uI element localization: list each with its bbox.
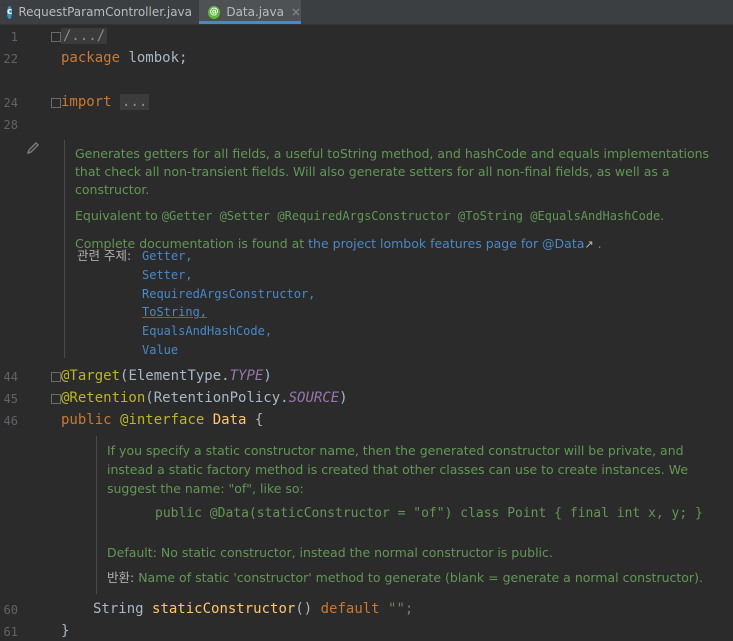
doc-text: . [593,236,602,251]
code-line-interface[interactable]: public @interface Data { [61,412,263,428]
class-icon: c [7,5,13,19]
see-requiredargs-link[interactable]: RequiredArgsConstructor, [142,285,315,304]
close-icon[interactable]: × [291,5,301,19]
collapsed-header[interactable]: /.../ [61,28,108,44]
type-name: String [93,601,153,617]
code-text: } [61,623,70,639]
line-number: 1 [10,30,18,44]
javadoc-data: Generates getters for all fields, a usef… [75,145,720,254]
code-line-header[interactable]: /.../ [61,28,108,44]
see-also-label: 관련 주제: [77,248,132,263]
keyword: public [61,412,112,428]
external-link-icon: ↗ [584,238,594,251]
see-tostring-link[interactable]: ToString, [142,303,315,322]
line-number: 28 [3,118,18,132]
return-label: 반환: [107,570,135,585]
line-number: 44 [3,370,18,384]
doc-border [96,436,97,594]
line-number: 60 [3,603,18,617]
see-equalshashcode-link[interactable]: EqualsAndHashCode, [142,322,315,341]
annotation: @Retention [61,390,146,406]
see-setter-link[interactable]: Setter, [142,266,315,285]
constant: SOURCE [288,390,340,406]
interface-name: Data [212,412,247,428]
code-line-retention[interactable]: @Retention(RetentionPolicy.SOURCE) [61,390,348,406]
tab-label: Data.java [226,5,284,19]
line-number: 61 [3,625,18,639]
pencil-icon[interactable] [26,140,40,155]
fold-marker-icon[interactable] [51,32,61,42]
constant: TYPE [229,368,264,384]
code-text: { [246,412,264,428]
tab-request-param-controller[interactable]: c RequestParamController.java × [0,0,209,24]
doc-example-code: public @Data(staticConstructor = "of") c… [155,506,703,521]
method-name: staticConstructor [152,601,296,617]
code-line-target[interactable]: @Target(ElementType.TYPE) [61,368,272,384]
code-text: () [295,601,321,617]
code-line-method[interactable]: String staticConstructor() default ""; [93,601,413,617]
javadoc-static-constructor: If you specify a static constructor name… [107,441,727,587]
doc-border [64,140,65,358]
doc-code: @Getter @Setter @RequiredArgsConstructor… [161,209,661,223]
package-name: lombok; [120,50,188,66]
doc-return: 반환: Name of static 'constructor' method … [107,568,727,587]
annotation-icon: @ [208,5,221,19]
code-text: ) [263,368,272,384]
keyword: @interface [120,412,205,428]
code-line-import[interactable]: import ... [61,94,150,110]
line-number: 45 [3,392,18,406]
keyword: package [61,50,121,66]
see-getter-link[interactable]: Getter, [142,247,315,266]
annotation: @Target [61,368,121,384]
code-text: (ElementType. [120,368,230,384]
code-text: ) [339,390,348,406]
doc-description: Generates getters for all fields, a usef… [75,146,710,197]
fold-marker-icon[interactable] [51,394,61,404]
code-line-close[interactable]: } [61,623,69,639]
doc-default: Default: No static constructor, instead … [107,545,553,560]
see-also-list: Getter, Setter, RequiredArgsConstructor,… [142,247,315,360]
fold-marker-icon[interactable] [51,98,61,108]
collapsed-imports[interactable]: ... [120,94,150,110]
code-line-package[interactable]: package lombok; [61,50,187,66]
line-number: 22 [3,52,18,66]
editor-tab-bar: c RequestParamController.java × @ Data.j… [0,0,733,25]
see-value-link[interactable]: Value [142,341,315,360]
tab-data-java[interactable]: @ Data.java × [199,0,301,24]
doc-text: Equivalent to [75,208,162,223]
doc-text: Name of static 'constructor' method to g… [134,570,703,585]
keyword: default [320,601,380,617]
code-text: (RetentionPolicy. [145,390,289,406]
doc-equivalent: Equivalent to @Getter @Setter @RequiredA… [75,207,720,225]
tab-label: RequestParamController.java [18,5,192,19]
line-number: 24 [3,96,18,110]
doc-description: If you specify a static constructor name… [107,443,689,496]
keyword: import [61,94,112,110]
string-literal: ""; [379,601,414,617]
doc-text: . [660,208,665,223]
fold-marker-icon[interactable] [51,372,61,382]
line-number: 46 [3,414,18,428]
lombok-docs-link[interactable]: the project lombok features page for @Da… [308,236,584,251]
